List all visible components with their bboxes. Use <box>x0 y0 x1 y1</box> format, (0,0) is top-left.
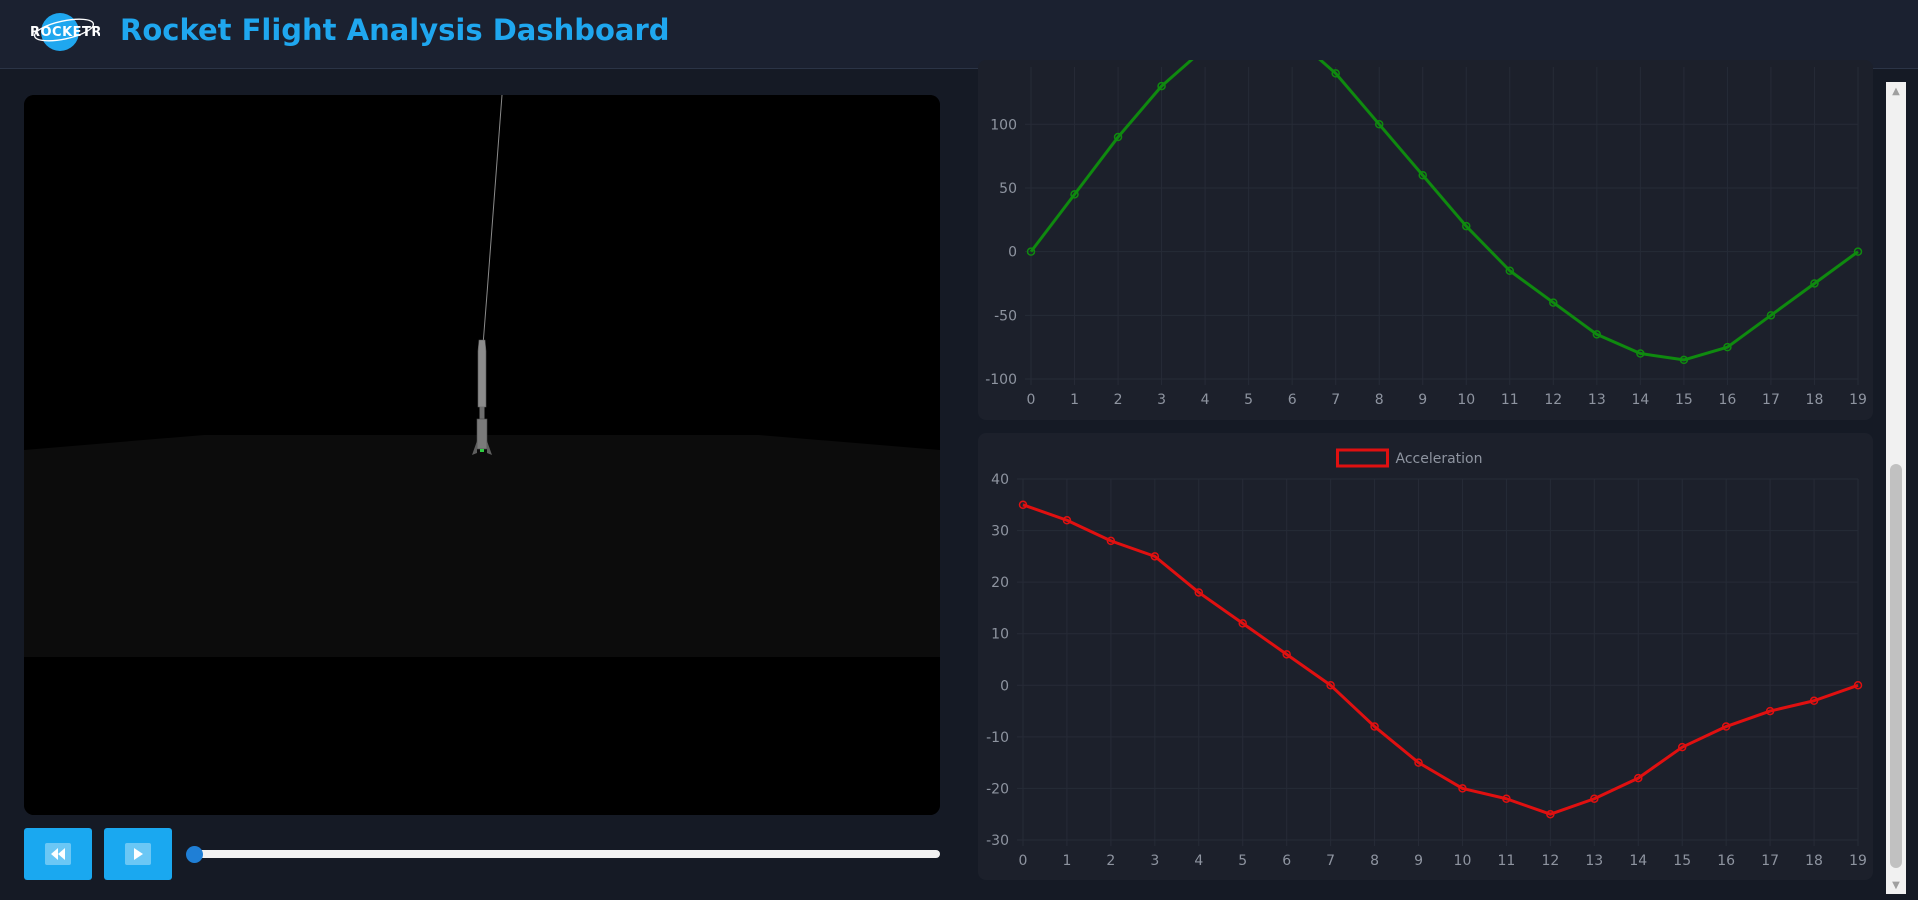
y-tick-label: -20 <box>986 781 1009 797</box>
x-tick-label: 17 <box>1762 392 1780 408</box>
rewind-icon <box>45 843 71 865</box>
y-tick-label: 100 <box>990 117 1017 133</box>
y-tick-label: -100 <box>985 372 1017 388</box>
scroll-up-arrow-icon[interactable]: ▲ <box>1886 82 1906 100</box>
timeline-track[interactable] <box>190 850 940 858</box>
x-tick-label: 1 <box>1070 392 1079 408</box>
x-tick-label: 14 <box>1631 392 1649 408</box>
y-tick-label: 20 <box>991 575 1009 591</box>
scrollbar-thumb[interactable] <box>1890 464 1902 868</box>
legend-label: Acceleration <box>1396 451 1483 467</box>
x-tick-label: 4 <box>1194 853 1203 869</box>
x-tick-label: 3 <box>1150 853 1159 869</box>
x-tick-label: 12 <box>1544 392 1562 408</box>
x-tick-label: 17 <box>1761 853 1779 869</box>
x-tick-label: 1 <box>1062 853 1071 869</box>
timeline-thumb[interactable] <box>186 846 203 863</box>
x-tick-label: 19 <box>1849 392 1867 408</box>
play-icon <box>125 843 151 865</box>
page-scrollbar[interactable]: ▲ ▼ <box>1886 82 1906 894</box>
x-tick-label: 4 <box>1201 392 1210 408</box>
top-bar: ROCKETRY Rocket Flight Analysis Dashboar… <box>0 0 1918 69</box>
chart-grid <box>1017 478 1859 846</box>
x-tick-label: 10 <box>1454 853 1472 869</box>
x-tick-label: 11 <box>1501 392 1519 408</box>
x-tick-label: 18 <box>1805 853 1823 869</box>
acceleration-chart[interactable]: 403020100-10-20-300 1 2 3 4 5 6 7 8 9 10 11 12 13 14 15… <box>978 433 1873 880</box>
x-tick-label: 12 <box>1541 853 1559 869</box>
x-tick-label: 16 <box>1719 392 1737 408</box>
x-tick-label: 8 <box>1375 392 1384 408</box>
x-tick-label: 6 <box>1288 392 1297 408</box>
acceleration-chart-panel: 40 30 20 10 0 -10 -20 -30 0 1 2 3 4 5 6 7 8 9 10 11 12 13 14 15… <box>978 433 1873 880</box>
x-tick-label: 2 <box>1114 392 1123 408</box>
x-tick-label: 15 <box>1675 392 1693 408</box>
y-tick-label: 50 <box>999 181 1017 197</box>
legend-swatch <box>1336 448 1389 468</box>
y-tick-label: -30 <box>986 833 1009 849</box>
y-tick-label: 0 <box>1008 245 1017 261</box>
rocketry-logo[interactable]: ROCKETRY <box>28 8 100 54</box>
x-tick-label: 5 <box>1244 392 1253 408</box>
y-tick-label: 40 <box>991 472 1009 488</box>
x-tick-label: 9 <box>1414 853 1423 869</box>
x-tick-label: 11 <box>1498 853 1516 869</box>
x-tick-label: 5 <box>1238 853 1247 869</box>
x-tick-label: 13 <box>1585 853 1603 869</box>
scroll-down-arrow-icon[interactable]: ▼ <box>1886 876 1906 894</box>
x-tick-label: 3 <box>1157 392 1166 408</box>
y-tick-label: 0 <box>1000 678 1009 694</box>
logo-wordmark: ROCKETRY <box>30 25 100 40</box>
page-title: Rocket Flight Analysis Dashboard <box>120 13 670 47</box>
x-tick-label: 14 <box>1629 853 1647 869</box>
chart-grid <box>1025 67 1859 385</box>
x-tick-label: 9 <box>1418 392 1427 408</box>
y-tick-label: 10 <box>991 627 1009 643</box>
rewind-button[interactable] <box>24 828 92 880</box>
x-tick-label: 8 <box>1370 853 1379 869</box>
x-tick-label: 7 <box>1331 392 1340 408</box>
y-tick-label: 30 <box>991 524 1009 540</box>
x-tick-label: 16 <box>1717 853 1735 869</box>
y-tick-label: -50 <box>994 308 1017 324</box>
x-tick-label: 19 <box>1849 853 1867 869</box>
flight-3d-viewport[interactable] <box>24 95 940 815</box>
x-tick-label: 0 <box>1027 392 1036 408</box>
y-tick-label: -10 <box>986 730 1009 746</box>
x-tick-label: 15 <box>1673 853 1691 869</box>
chart-legend[interactable]: Acceleration <box>1336 448 1483 468</box>
timeline-slider[interactable] <box>186 846 940 863</box>
x-tick-label: 0 <box>1019 853 1028 869</box>
ground-plane <box>24 435 940 657</box>
x-tick-label: 10 <box>1457 392 1475 408</box>
x-tick-label: 13 <box>1588 392 1606 408</box>
series-line[interactable] <box>1022 503 1859 816</box>
velocity-chart-panel: 100 50 0 -50 -100 0 1 2 3 4 5 6 7 8 9 10 11 12 13 14 15 16 17 1… <box>978 60 1873 420</box>
x-tick-label: 6 <box>1282 853 1291 869</box>
play-button[interactable] <box>104 828 172 880</box>
x-tick-label: 18 <box>1806 392 1824 408</box>
x-tick-label: 2 <box>1106 853 1115 869</box>
x-tick-label: 7 <box>1326 853 1335 869</box>
velocity-chart[interactable]: 100500-50-1000 1 2 3 4 5 6 7 8 9 10 11 12 13 14 15 16 17 1… <box>978 60 1873 420</box>
